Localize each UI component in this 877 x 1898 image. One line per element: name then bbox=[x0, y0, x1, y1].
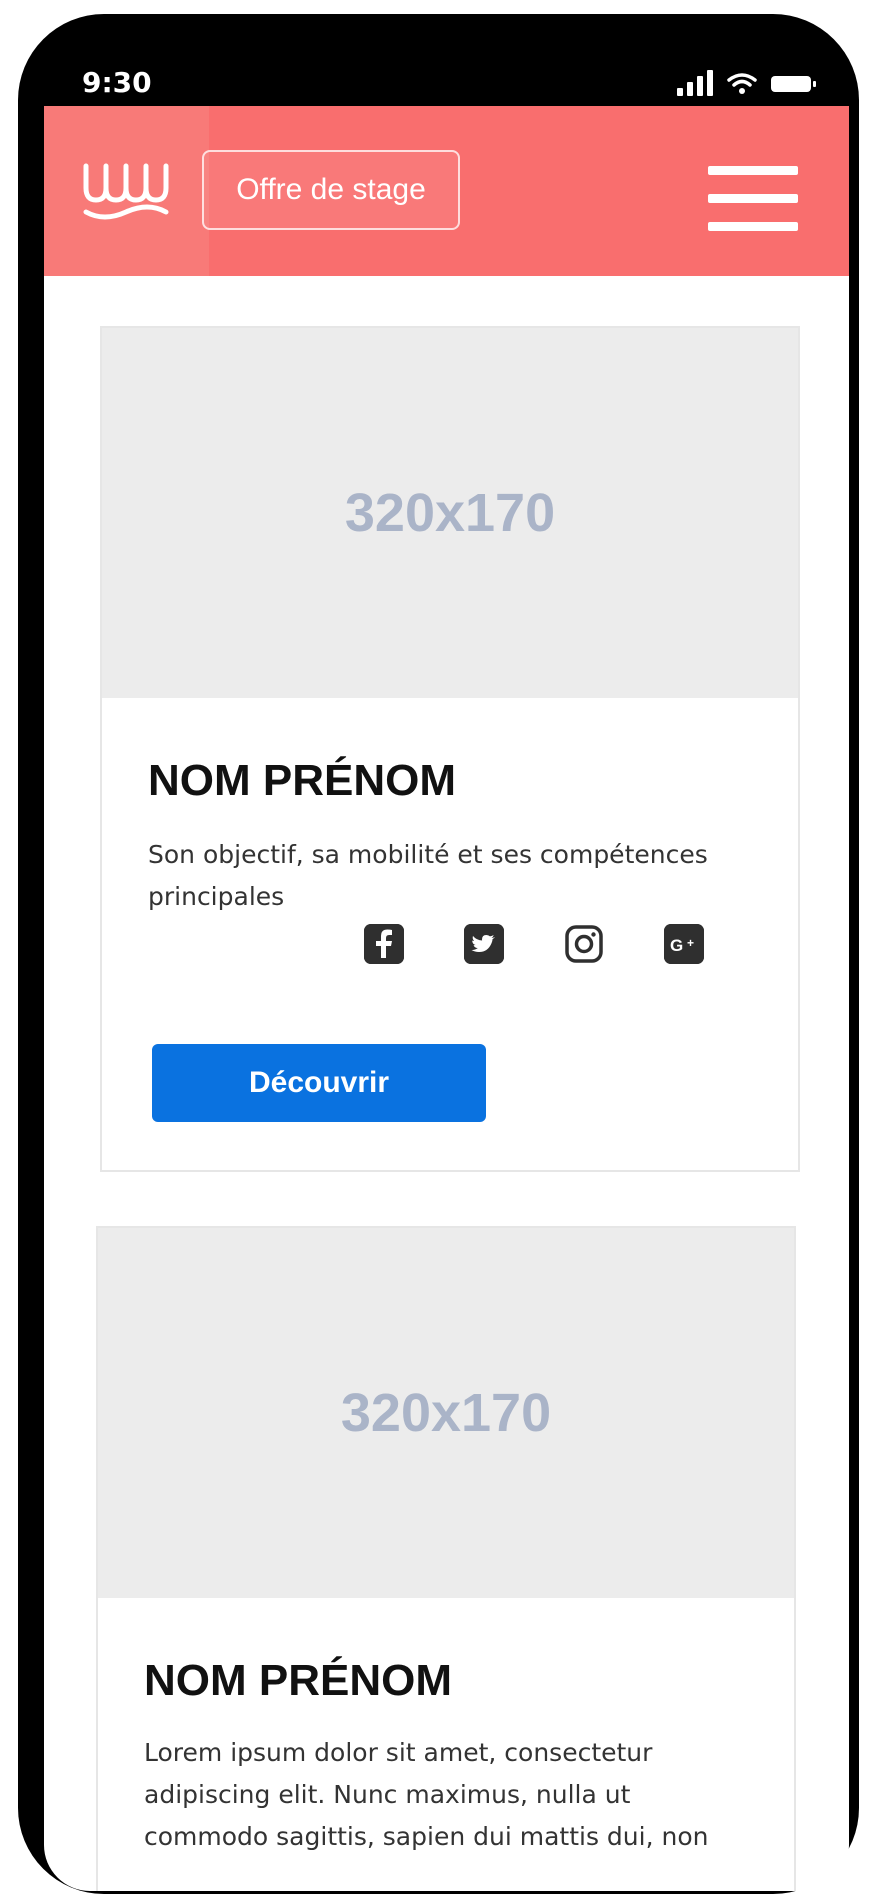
social-links: G + bbox=[364, 924, 704, 964]
signal-icon bbox=[677, 70, 713, 96]
status-bar: 9:30 bbox=[18, 14, 859, 106]
card-name: NOM PRÉNOM bbox=[148, 756, 456, 805]
svg-text:G: G bbox=[670, 936, 683, 955]
card-description: Lorem ipsum dolor sit amet, consectetur … bbox=[144, 1738, 709, 1851]
status-icons bbox=[677, 70, 816, 96]
discover-button[interactable]: Découvrir bbox=[152, 1044, 486, 1122]
battery-icon bbox=[771, 76, 816, 92]
instagram-icon[interactable] bbox=[564, 924, 604, 964]
app-screen: Offre de stage 320x170 NOM PRÉNOM Son ob… bbox=[44, 106, 849, 1891]
wave-logo-icon[interactable] bbox=[80, 158, 172, 224]
status-time: 9:30 bbox=[82, 66, 152, 99]
logo-block bbox=[44, 106, 209, 276]
twitter-icon[interactable] bbox=[464, 924, 504, 964]
offer-button[interactable]: Offre de stage bbox=[202, 150, 460, 230]
image-placeholder: 320x170 bbox=[102, 328, 798, 698]
app-header: Offre de stage bbox=[44, 106, 849, 276]
hamburger-menu-icon[interactable] bbox=[708, 166, 798, 232]
facebook-icon[interactable] bbox=[364, 924, 404, 964]
phone-frame: 9:30 Offre de stage 320x170 NOM PRÉNOM S… bbox=[18, 14, 859, 1894]
google-plus-icon[interactable]: G + bbox=[664, 924, 704, 964]
svg-text:+: + bbox=[687, 936, 694, 950]
card-name: NOM PRÉNOM bbox=[144, 1656, 452, 1705]
profile-card: 320x170 NOM PRÉNOM Son objectif, sa mobi… bbox=[100, 326, 800, 1172]
image-placeholder: 320x170 bbox=[98, 1228, 794, 1598]
profile-card: 320x170 NOM PRÉNOM Lorem ipsum dolor sit… bbox=[96, 1226, 796, 1891]
wifi-icon bbox=[727, 73, 757, 94]
card-description: Son objectif, sa mobilité et ses compéte… bbox=[148, 840, 708, 911]
